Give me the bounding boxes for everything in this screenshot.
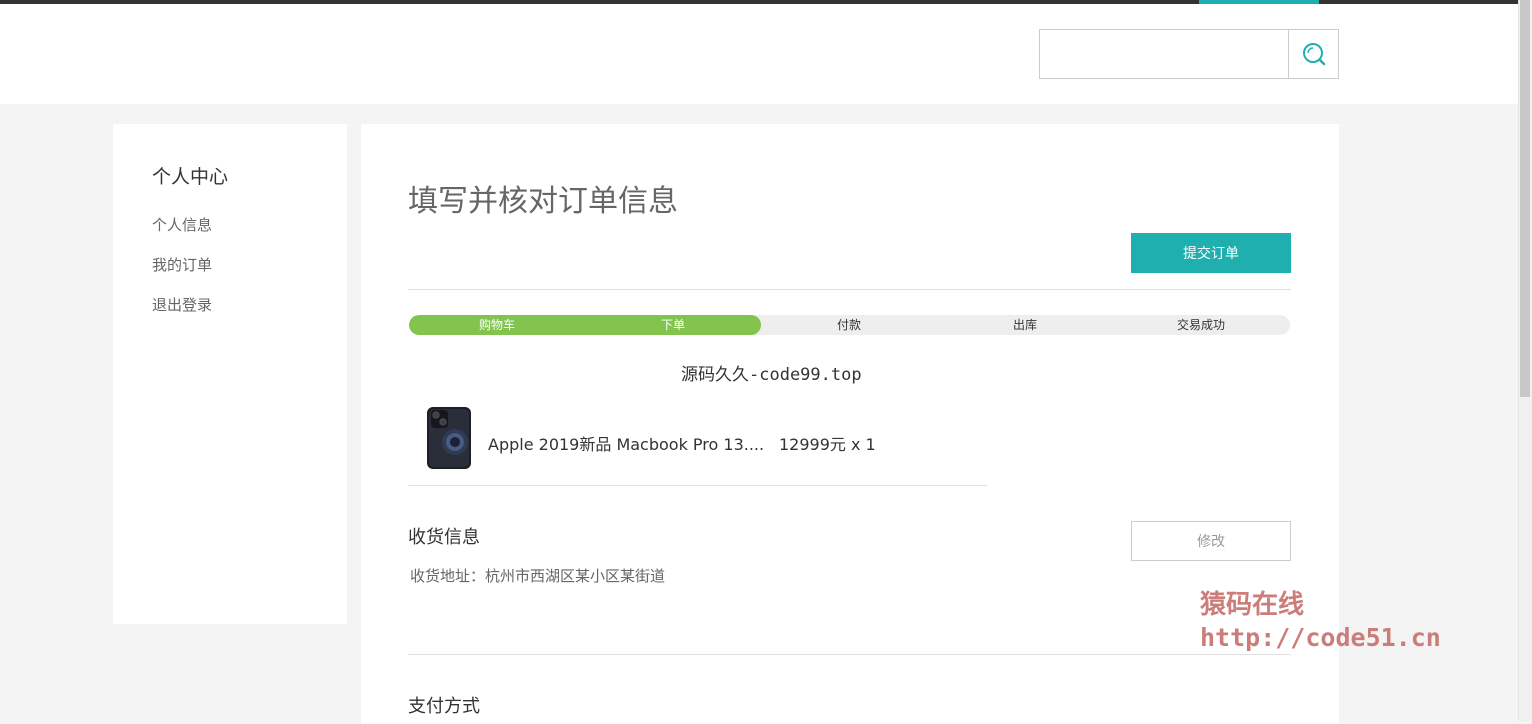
scrollbar-thumb[interactable] xyxy=(1520,0,1530,397)
shipping-address: 收货地址：杭州市西湖区某小区某街道 xyxy=(410,567,666,585)
search-icon xyxy=(1302,43,1325,66)
sidebar-item-profile[interactable]: 个人信息 xyxy=(152,214,212,235)
step-complete: 交易成功 xyxy=(1176,318,1225,332)
payment-title: 支付方式 xyxy=(408,696,480,717)
sidebar-title: 个人中心 xyxy=(152,166,229,188)
watermark-line1: 猿码在线 xyxy=(1200,590,1305,620)
header xyxy=(0,4,1518,104)
step-place-order: 下单 xyxy=(660,318,685,332)
order-progress-bar: 购物车 下单 付款 出库 交易成功 xyxy=(409,315,1290,335)
shipping-title: 收货信息 xyxy=(408,527,480,548)
step-shipping: 出库 xyxy=(1012,318,1037,332)
sidebar-item-logout[interactable]: 退出登录 xyxy=(152,294,212,315)
submit-order-button[interactable]: 提交订单 xyxy=(1131,233,1291,273)
edit-address-button[interactable]: 修改 xyxy=(1131,521,1291,561)
page-title: 填写并核对订单信息 xyxy=(408,184,678,219)
divider xyxy=(408,654,1291,655)
step-payment: 付款 xyxy=(836,318,861,332)
search-input[interactable] xyxy=(1039,29,1288,79)
divider xyxy=(408,289,1291,290)
watermark: 猿码在线 http://code51.cn xyxy=(1200,584,1441,652)
product-image xyxy=(427,407,471,469)
search-button[interactable] xyxy=(1288,29,1339,79)
product-price: 12999元 x 1 xyxy=(779,435,876,454)
product-name: Apple 2019新品 Macbook Pro 13.... xyxy=(488,435,765,454)
step-cart: 购物车 xyxy=(478,318,515,332)
divider xyxy=(408,485,987,486)
order-panel: 填写并核对订单信息 提交订单 购物车 下单 付款 出库 交易成功 源码久久-co… xyxy=(361,124,1339,724)
product-headline: 源码久久-code99.top xyxy=(681,365,862,385)
watermark-line2: http://code51.cn xyxy=(1200,623,1441,652)
sidebar: 个人中心 个人信息 我的订单 退出登录 xyxy=(113,124,347,624)
sidebar-item-orders[interactable]: 我的订单 xyxy=(152,254,212,275)
